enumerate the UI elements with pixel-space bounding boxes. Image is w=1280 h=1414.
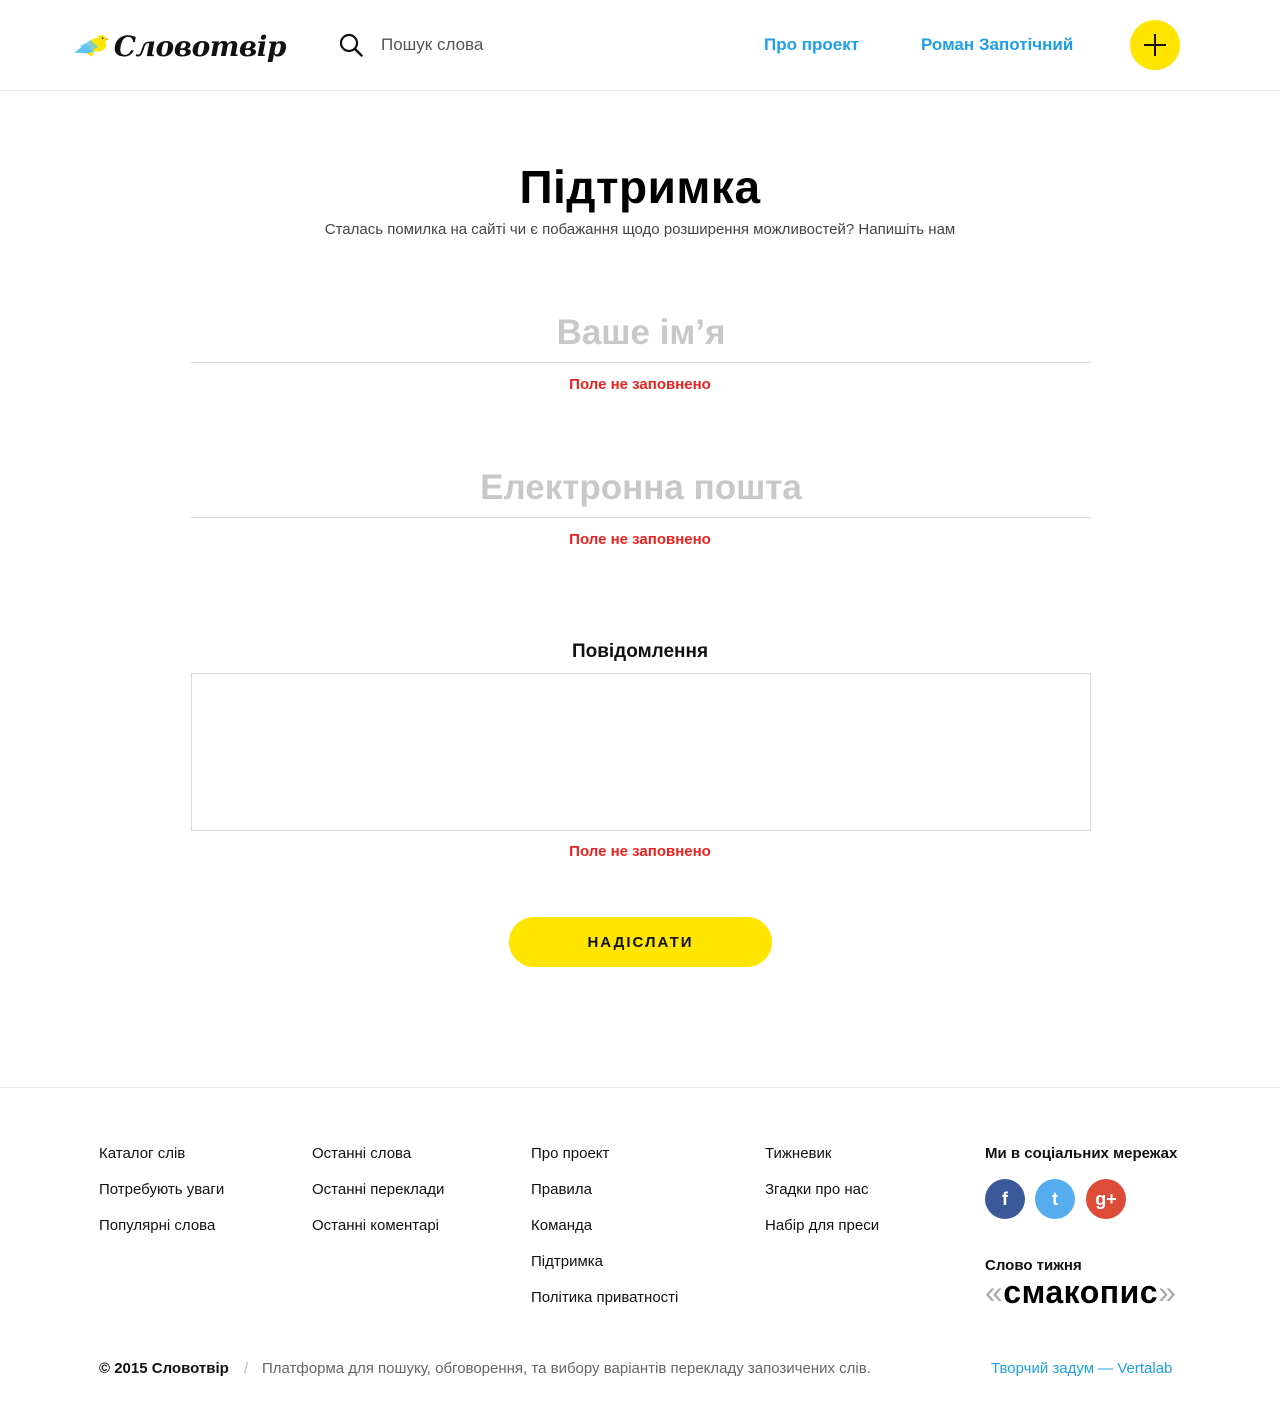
footer-link-rules[interactable]: Правила (531, 1181, 678, 1217)
nav-link-about[interactable]: Про проект (764, 35, 859, 55)
message-error-message: Поле не заповнено (569, 843, 711, 860)
site-logo[interactable]: Словотвір (74, 14, 287, 78)
footer-link-press-kit[interactable]: Набір для преси (765, 1217, 879, 1253)
footer-column-project: Про проект Правила Команда Підтримка Пол… (531, 1145, 678, 1325)
footer-link-mentions[interactable]: Згадки про нас (765, 1181, 879, 1217)
message-textarea[interactable] (191, 673, 1091, 831)
footer-link-popular-words[interactable]: Популярні слова (99, 1217, 224, 1253)
footer-tagline: Платформа для пошуку, обговорення, та ви… (262, 1360, 871, 1377)
footer-column-catalog: Каталог слів Потребують уваги Популярні … (99, 1145, 224, 1253)
footer-link-weekly[interactable]: Тижневик (765, 1145, 879, 1181)
nav-link-user-profile[interactable]: Роман Запотічний (921, 35, 1073, 55)
footer-column-recent: Останні слова Останні переклади Останні … (312, 1145, 444, 1253)
copyright: © 2015 Словотвір (99, 1360, 229, 1377)
footer-column-press: Тижневик Згадки про нас Набір для преси (765, 1145, 879, 1253)
footer-divider: / (244, 1360, 249, 1377)
plus-icon (1144, 34, 1166, 56)
footer-link-catalog[interactable]: Каталог слів (99, 1145, 224, 1181)
page-title: Підтримка (519, 161, 761, 213)
name-field[interactable] (191, 303, 1091, 363)
add-word-button[interactable] (1130, 20, 1180, 70)
submit-button[interactable]: НАДІСЛАТИ (509, 917, 772, 967)
footer-link-need-attention[interactable]: Потребують уваги (99, 1181, 224, 1217)
email-field[interactable] (191, 458, 1091, 518)
footer-link-recent-translations[interactable]: Останні переклади (312, 1181, 444, 1217)
page-subtitle: Сталась помилка на сайті чи є побажання … (324, 221, 956, 238)
twitter-icon[interactable]: t (1035, 1179, 1075, 1219)
footer-link-recent-comments[interactable]: Останні коментарі (312, 1217, 444, 1253)
quote-close: » (1158, 1274, 1177, 1310)
word-of-week-text: смакопис (1003, 1274, 1159, 1310)
footer-link-support[interactable]: Підтримка (531, 1253, 678, 1289)
word-of-week[interactable]: «смакопис» (985, 1274, 1176, 1311)
word-of-week-label: Слово тижня (985, 1257, 1082, 1274)
email-error-message: Поле не заповнено (569, 531, 711, 548)
name-error-message: Поле не заповнено (569, 376, 711, 393)
footer-link-team[interactable]: Команда (531, 1217, 678, 1253)
credits-link[interactable]: Творчий задум — Vertalab (991, 1360, 1172, 1377)
facebook-icon[interactable]: f (985, 1179, 1025, 1219)
logo-wordmark: Словотвір (113, 29, 287, 63)
site-header: Словотвір Про проект Роман Запотічний (0, 0, 1280, 91)
message-label: Повідомлення (571, 641, 709, 662)
footer-link-about[interactable]: Про проект (531, 1145, 678, 1181)
social-title: Ми в соціальних мережах (985, 1145, 1178, 1162)
footer-link-privacy[interactable]: Політика приватності (531, 1289, 678, 1325)
footer-link-recent-words[interactable]: Останні слова (312, 1145, 444, 1181)
quote-open: « (985, 1274, 1004, 1310)
bird-logo-icon (74, 35, 108, 57)
search-icon[interactable] (339, 33, 363, 57)
search-input[interactable] (381, 30, 681, 60)
google-plus-icon[interactable]: g+ (1086, 1179, 1126, 1219)
